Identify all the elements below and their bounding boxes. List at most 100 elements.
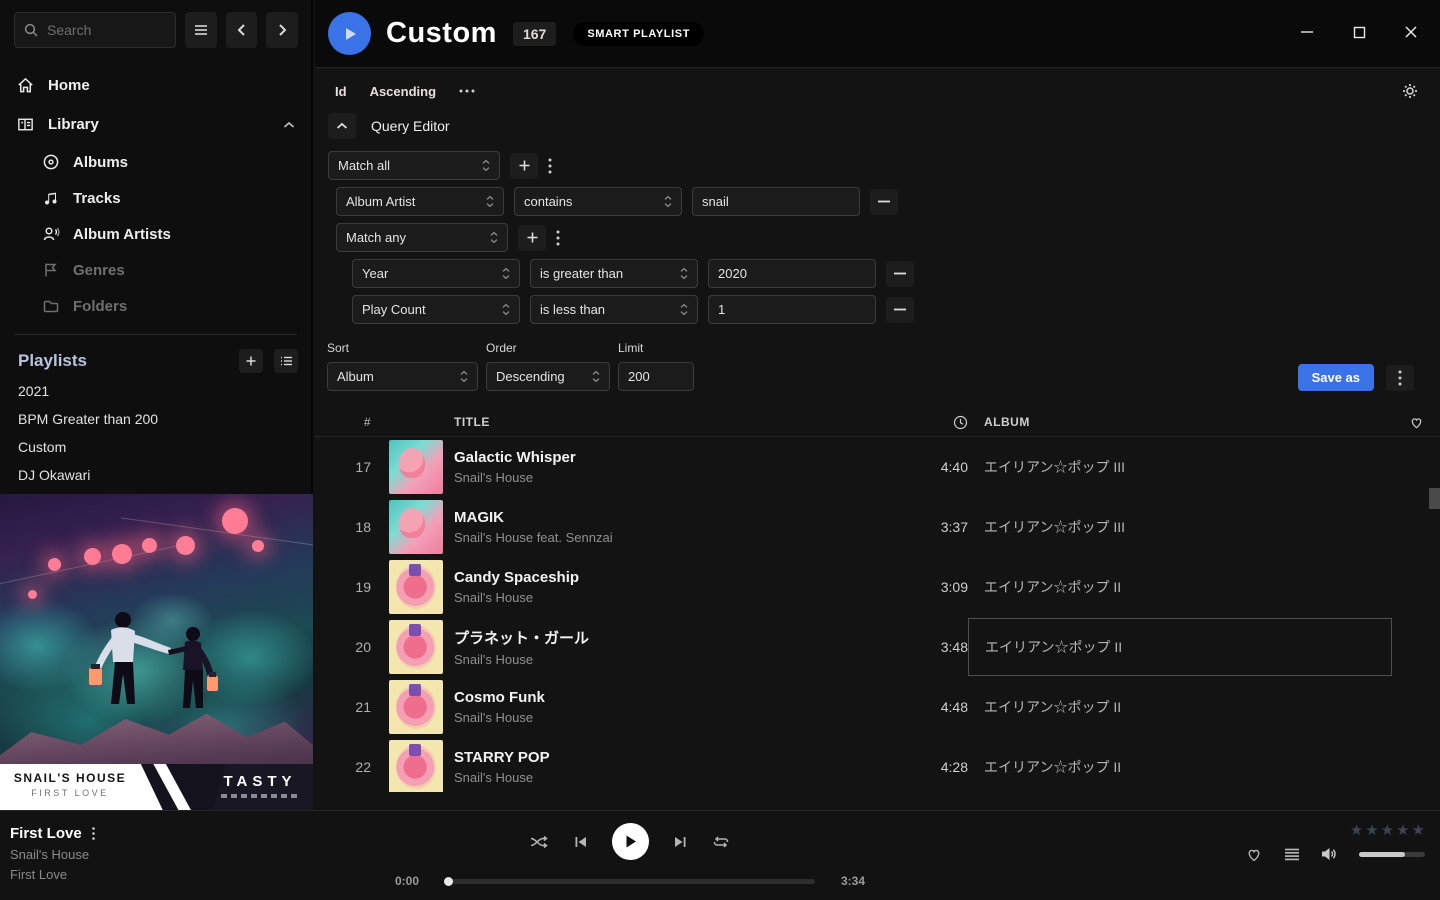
repeat-button[interactable] xyxy=(712,835,730,849)
track-row[interactable]: 19 Candy Spaceship Snail's House 3:09 エイ… xyxy=(315,557,1440,617)
column-header-duration[interactable] xyxy=(878,415,968,430)
order-select[interactable]: Descending xyxy=(486,362,610,391)
rule-operator-select[interactable]: is greater than xyxy=(530,259,698,288)
previous-button[interactable] xyxy=(573,835,588,849)
seek-slider[interactable] xyxy=(445,879,815,884)
sort-direction-button[interactable]: Ascending xyxy=(370,84,436,99)
track-row[interactable]: 17 Galactic Whisper Snail's House 4:40 エ… xyxy=(315,437,1440,497)
sidebar-item-folders[interactable]: Folders xyxy=(0,288,311,324)
select-spinner-icon xyxy=(460,370,468,383)
search-input[interactable] xyxy=(14,12,176,48)
nav-forward-button[interactable] xyxy=(266,12,298,48)
rule-value-field[interactable] xyxy=(708,259,876,288)
sort-field-button[interactable]: Id xyxy=(335,84,347,99)
track-row[interactable]: 21 Cosmo Funk Snail's House 4:48 エイリアン☆ポ… xyxy=(315,677,1440,737)
rule-operator-select[interactable]: contains xyxy=(514,187,682,216)
star-icon[interactable]: ★ xyxy=(1365,821,1378,839)
more-options-button[interactable] xyxy=(459,89,475,93)
search-field[interactable] xyxy=(47,22,167,38)
track-artist: Snail's House xyxy=(454,770,878,785)
track-album[interactable]: エイリアン☆ポップ II xyxy=(968,697,1121,717)
play-playlist-button[interactable] xyxy=(328,12,371,55)
now-playing-album-art[interactable]: SNAIL'S HOUSE FIRST LOVE TASTY xyxy=(0,494,313,810)
sidebar-item-album-artists[interactable]: Album Artists xyxy=(0,216,311,252)
sidebar-item-home[interactable]: Home xyxy=(0,66,311,105)
add-rule-button-1[interactable] xyxy=(510,153,538,179)
now-playing-album[interactable]: First Love xyxy=(10,867,350,882)
volume-slider[interactable] xyxy=(1359,852,1425,857)
sidebar-item-tracks[interactable]: Tracks xyxy=(0,180,311,216)
match-type-select-1[interactable]: Match all xyxy=(328,151,500,180)
limit-field[interactable] xyxy=(618,362,694,391)
remove-rule-button[interactable] xyxy=(870,189,898,215)
save-options-button[interactable] xyxy=(1386,365,1414,391)
playlist-list-button[interactable] xyxy=(274,349,298,373)
next-button[interactable] xyxy=(673,835,688,849)
track-album[interactable]: エイリアン☆ポップ III xyxy=(968,517,1125,537)
queue-button[interactable] xyxy=(1284,848,1300,861)
track-album[interactable]: エイリアン☆ポップ II xyxy=(968,577,1121,597)
rule-value-field[interactable] xyxy=(692,187,860,216)
focused-album-cell[interactable]: エイリアン☆ポップ II xyxy=(968,618,1392,676)
column-header-favorite[interactable] xyxy=(1392,415,1440,429)
star-icon[interactable]: ★ xyxy=(1381,821,1394,839)
nav-back-button[interactable] xyxy=(226,12,258,48)
rule-value-input[interactable] xyxy=(718,302,866,317)
track-artist: Snail's House xyxy=(454,710,878,725)
seek-knob[interactable] xyxy=(444,877,453,886)
track-album: エイリアン☆ポップ II xyxy=(969,637,1122,657)
menu-button[interactable] xyxy=(185,12,217,48)
remove-rule-button[interactable] xyxy=(886,261,914,287)
play-pause-button[interactable] xyxy=(612,823,649,860)
star-icon[interactable]: ★ xyxy=(1412,821,1425,839)
track-row[interactable]: 18 MAGIK Snail's House feat. Sennzai 3:3… xyxy=(315,497,1440,557)
playlist-item[interactable]: Custom xyxy=(0,433,311,461)
chevron-up-icon[interactable] xyxy=(283,121,295,129)
star-icon[interactable]: ★ xyxy=(1350,821,1363,839)
sidebar-item-library[interactable]: Library xyxy=(0,105,311,144)
group-options-button-1[interactable] xyxy=(548,158,552,174)
match-type-select-2[interactable]: Match any xyxy=(336,223,508,252)
rule-field-select[interactable]: Play Count xyxy=(352,295,520,324)
now-playing-track[interactable]: First Love xyxy=(10,825,82,842)
sort-select[interactable]: Album xyxy=(327,362,478,391)
group-options-button-2[interactable] xyxy=(556,230,560,246)
settings-button[interactable] xyxy=(1402,83,1418,99)
volume-button[interactable] xyxy=(1321,847,1338,861)
column-header-album[interactable]: ALBUM xyxy=(968,415,1392,429)
now-playing-artist[interactable]: Snail's House xyxy=(10,847,350,862)
favorite-button[interactable] xyxy=(1245,846,1263,862)
window-maximize-button[interactable] xyxy=(1344,17,1374,47)
track-row[interactable]: 20 プラネット・ガール Snail's House 3:48 エイリアン☆ポッ… xyxy=(315,617,1440,677)
track-row[interactable]: 22 STARRY POP Snail's House 4:28 エイリアン☆ポ… xyxy=(315,737,1440,792)
playlist-item[interactable]: BPM Greater than 200 xyxy=(0,405,311,433)
scrollbar-thumb[interactable] xyxy=(1429,488,1440,509)
limit-input[interactable] xyxy=(628,369,684,384)
select-spinner-icon xyxy=(482,159,490,172)
add-playlist-button[interactable] xyxy=(239,349,263,373)
query-editor-collapse-button[interactable] xyxy=(328,113,356,139)
playlist-item[interactable]: DJ Okawari xyxy=(0,461,311,489)
sidebar-item-albums[interactable]: Albums xyxy=(0,144,311,180)
window-close-button[interactable] xyxy=(1396,17,1426,47)
sidebar-item-genres[interactable]: Genres xyxy=(0,252,311,288)
rule-value-field[interactable] xyxy=(708,295,876,324)
add-rule-button-2[interactable] xyxy=(518,225,546,251)
save-as-button[interactable]: Save as xyxy=(1298,364,1374,391)
rule-operator-select[interactable]: is less than xyxy=(530,295,698,324)
rule-value-input[interactable] xyxy=(702,194,850,209)
shuffle-button[interactable] xyxy=(530,835,549,849)
window-minimize-button[interactable] xyxy=(1292,17,1322,47)
rule-value-input[interactable] xyxy=(718,266,866,281)
column-header-title[interactable]: TITLE xyxy=(443,415,878,429)
playlist-item[interactable]: 2021 xyxy=(0,377,311,405)
track-album[interactable]: エイリアン☆ポップ III xyxy=(968,457,1125,477)
rule-field-select[interactable]: Year xyxy=(352,259,520,288)
rule-field-select[interactable]: Album Artist xyxy=(336,187,504,216)
remove-rule-button[interactable] xyxy=(886,297,914,323)
track-album[interactable]: エイリアン☆ポップ II xyxy=(968,757,1121,777)
track-options-button[interactable] xyxy=(92,827,95,840)
track-duration: 4:40 xyxy=(878,459,968,475)
column-header-index[interactable]: # xyxy=(315,415,371,429)
star-icon[interactable]: ★ xyxy=(1396,821,1409,839)
